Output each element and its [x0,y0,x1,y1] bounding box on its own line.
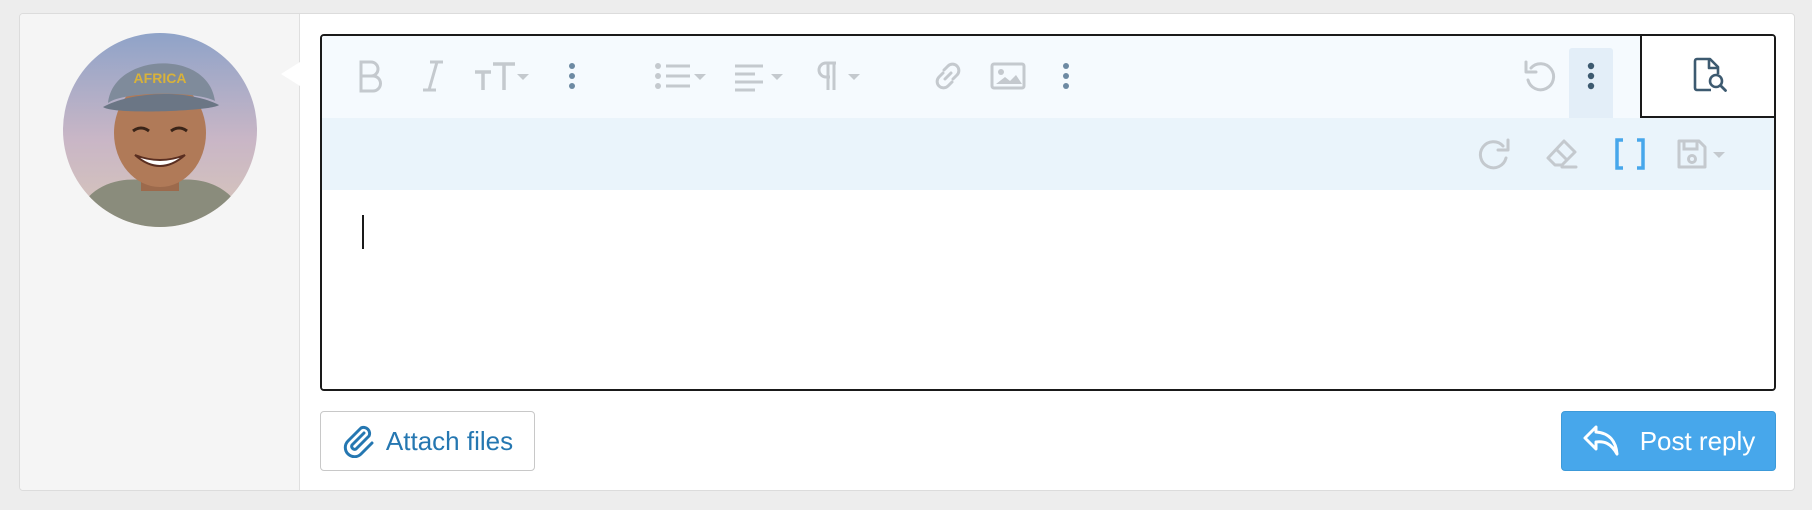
italic-button[interactable] [412,50,454,102]
image-button[interactable] [984,50,1032,102]
align-icon [735,64,783,92]
more-insert-options-icon [1063,63,1069,89]
svg-text:AFRICA: AFRICA [134,70,187,86]
preview-button[interactable] [1640,36,1774,118]
text-size-button[interactable] [472,50,534,102]
paperclip-icon [343,425,374,458]
clear-formatting-button[interactable] [1540,128,1584,180]
undo-button[interactable] [1518,50,1562,102]
image-icon [990,62,1026,90]
paragraph-button[interactable] [812,50,868,102]
italic-icon [423,60,443,92]
bbcode-toggle-button[interactable] [1608,128,1652,180]
more-text-options-icon [569,63,575,89]
bold-button[interactable] [348,50,390,102]
redo-button[interactable] [1472,128,1516,180]
text-caret [362,215,364,249]
more-insert-options-button[interactable] [1054,50,1078,102]
list-button[interactable] [652,50,712,102]
preview-icon [1693,57,1727,92]
more-misc-options-icon [1587,62,1595,90]
text-size-icon [475,62,529,90]
clear-formatting-icon [1546,139,1578,169]
attach-files-label: Attach files [385,425,514,456]
drafts-icon [1677,139,1725,169]
drafts-button[interactable] [1672,128,1734,180]
avatar-image: AFRICA [63,33,257,227]
align-button[interactable] [732,50,790,102]
undo-icon [1524,60,1556,92]
message-editor [320,34,1776,391]
bold-icon [359,60,382,93]
link-button[interactable] [926,50,970,102]
post-reply-button[interactable]: Post reply [1561,411,1776,471]
reply-form: AFRICA Attach files Post reply [19,13,1795,491]
more-misc-options-button[interactable] [1569,48,1613,118]
attach-files-button[interactable]: Attach files [320,411,535,471]
message-pointer [281,62,300,86]
redo-icon [1478,138,1510,170]
post-reply-label: Post reply [1639,425,1756,456]
user-column: AFRICA [20,14,300,490]
bbcode-toggle-icon [1615,138,1645,170]
reply-icon [1583,425,1619,456]
editor-toolbar-secondary [322,118,1774,190]
list-icon [655,63,706,89]
message-textarea[interactable] [322,190,1774,389]
editor-toolbar-primary [322,36,1774,118]
link-icon [935,62,961,90]
avatar[interactable]: AFRICA [63,33,257,227]
paragraph-icon [817,61,860,90]
more-text-options-button[interactable] [560,50,584,102]
